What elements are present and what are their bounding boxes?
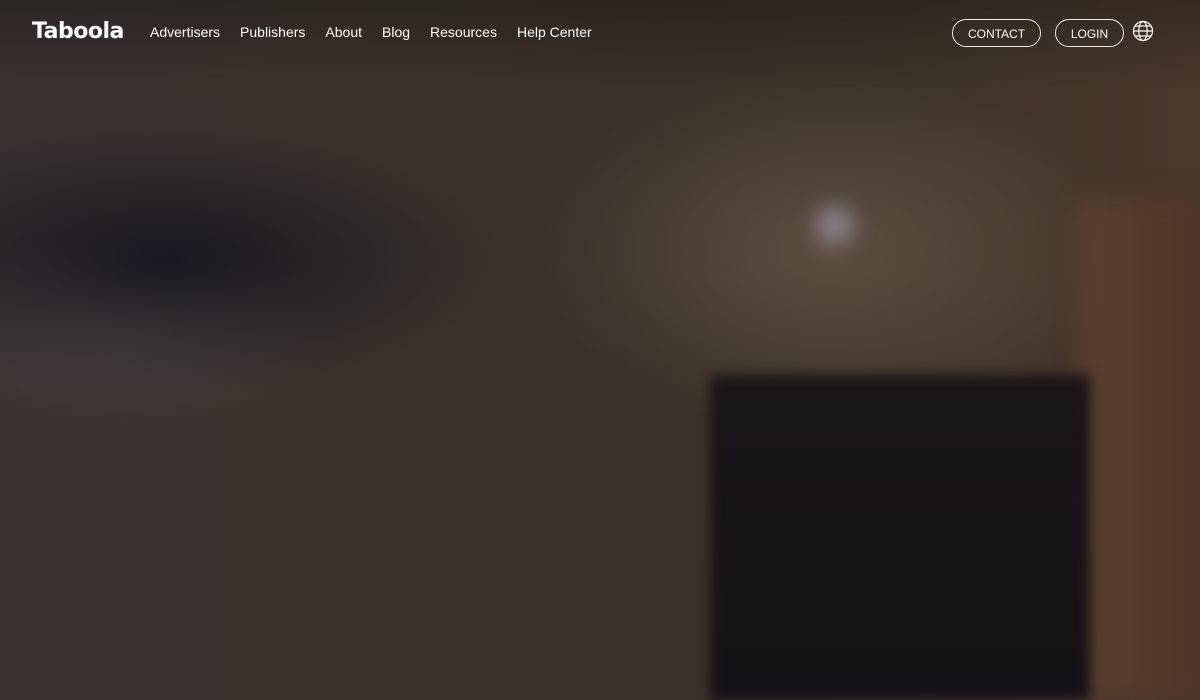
nav-item-help-center[interactable]: Help Center xyxy=(517,22,592,42)
site-header: Taboola Advertisers Publishers About Blo… xyxy=(0,0,1200,66)
login-button[interactable]: LOGIN xyxy=(1055,19,1124,47)
hero-background-shape xyxy=(710,375,1090,700)
hero-background-video xyxy=(0,0,1200,700)
hero-background-shape xyxy=(815,205,855,245)
nav-item-about[interactable]: About xyxy=(325,22,362,42)
main-nav: Advertisers Publishers About Blog Resour… xyxy=(150,22,592,42)
hero-background-shape xyxy=(1080,200,1200,700)
taboola-logo[interactable]: Taboola xyxy=(32,18,124,46)
nav-item-publishers[interactable]: Publishers xyxy=(240,22,305,42)
nav-item-blog[interactable]: Blog xyxy=(382,22,410,42)
contact-button[interactable]: CONTACT xyxy=(952,19,1041,47)
nav-item-advertisers[interactable]: Advertisers xyxy=(150,22,220,42)
globe-icon[interactable] xyxy=(1132,20,1154,42)
nav-item-resources[interactable]: Resources xyxy=(430,22,497,42)
